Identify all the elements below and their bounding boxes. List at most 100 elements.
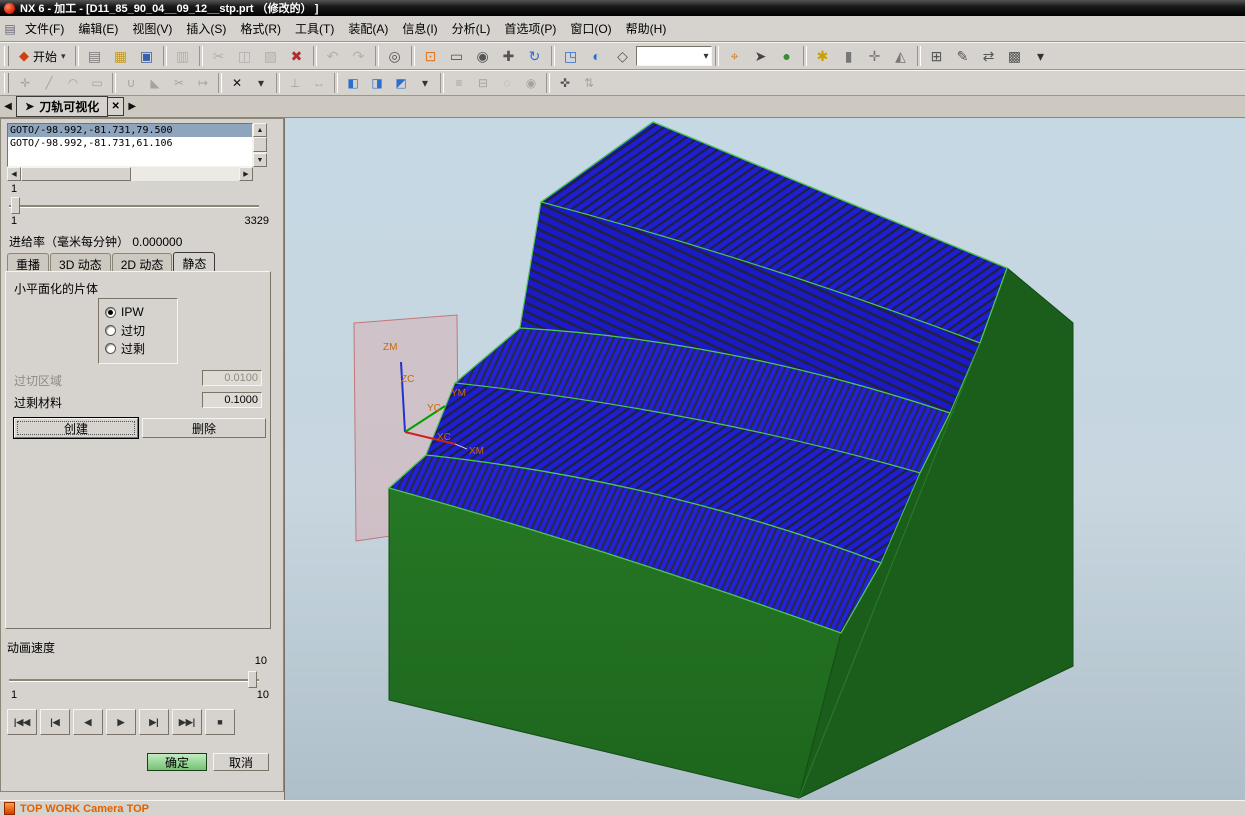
pan-icon[interactable]: ✚ <box>496 44 522 68</box>
sketch-icon[interactable]: ✎ <box>950 44 976 68</box>
zoom-icon[interactable]: ◉ <box>470 44 496 68</box>
pattern-icon[interactable]: ▩ <box>1002 44 1028 68</box>
goto-line[interactable]: GOTO/-98.992,-81.731,79.500 <box>8 124 252 137</box>
slider-thumb[interactable] <box>11 197 20 214</box>
menu-item[interactable]: 装配(A) <box>341 17 395 40</box>
more-dropdown-icon[interactable]: ▾ <box>1028 44 1054 68</box>
selection-filter-icon[interactable]: ➤ <box>748 44 774 68</box>
point-icon[interactable]: ✛ <box>13 72 37 94</box>
delete-dropdown-icon[interactable]: ▾ <box>249 72 273 94</box>
scroll-right-button[interactable]: ▶ <box>239 167 253 181</box>
constraint-icon[interactable]: ⊥ <box>283 72 307 94</box>
menu-item[interactable]: 文件(F) <box>18 17 71 40</box>
zoom-window-icon[interactable]: ▭ <box>444 44 470 68</box>
radio-excess[interactable]: 过剩 <box>105 339 171 357</box>
trim-icon[interactable]: ✂ <box>167 72 191 94</box>
group-icon[interactable]: ⊟ <box>471 72 495 94</box>
show-icon[interactable]: ◉ <box>519 72 543 94</box>
tab-next-button[interactable]: ▶ <box>124 98 140 116</box>
render-style-combo[interactable]: ▾ <box>635 46 712 66</box>
motion-slider[interactable] <box>9 197 259 214</box>
fillet-icon[interactable]: ∪ <box>119 72 143 94</box>
measure-icon[interactable]: ✛ <box>862 44 888 68</box>
scroll-down-button[interactable]: ▼ <box>253 153 267 167</box>
document-window-icon[interactable]: ▤ <box>2 22 18 36</box>
copy-icon[interactable]: ◫ <box>232 44 258 68</box>
extend-icon[interactable]: ↦ <box>191 72 215 94</box>
view-dropdown-icon[interactable]: ▾ <box>413 72 437 94</box>
snap-point-icon[interactable]: ⌖ <box>722 44 748 68</box>
toolbar-grip[interactable] <box>4 73 9 93</box>
cut-icon[interactable]: ✂ <box>206 44 232 68</box>
delete-small-icon[interactable]: ✕ <box>225 72 249 94</box>
menu-item[interactable]: 编辑(E) <box>71 17 125 40</box>
create-button[interactable]: 创建 <box>14 418 138 438</box>
menu-item[interactable]: 帮助(H) <box>619 17 674 40</box>
tab-prev-button[interactable]: ◀ <box>0 98 16 116</box>
scroll-left-button[interactable]: ◀ <box>7 167 21 181</box>
go-to-end-button[interactable]: ▶▶| <box>172 709 202 735</box>
command-finder-icon[interactable]: ◎ <box>382 44 408 68</box>
shaded-view-icon[interactable]: ◐ <box>584 44 610 68</box>
start-button[interactable]: ◆ 开始 ▾ <box>13 44 72 68</box>
step-back-button[interactable]: |◀ <box>40 709 70 735</box>
tab-replay[interactable]: 重播 <box>7 253 50 273</box>
animation-speed-slider[interactable] <box>9 671 259 688</box>
radio-ipw[interactable]: IPW <box>105 303 171 321</box>
tab-3d-dynamic[interactable]: 3D 动态 <box>50 253 111 273</box>
arc-icon[interactable]: ◠ <box>61 72 85 94</box>
delete-button[interactable]: 删除 <box>142 418 266 438</box>
rect-icon[interactable]: ▭ <box>85 72 109 94</box>
move-icon[interactable]: ⇄ <box>976 44 1002 68</box>
toolbar-grip[interactable] <box>4 46 9 66</box>
trimetric-view-icon[interactable]: ◳ <box>558 44 584 68</box>
hide-icon[interactable]: ◌ <box>495 72 519 94</box>
play-forward-button[interactable]: ▶ <box>106 709 136 735</box>
fit-view-icon[interactable]: ⊡ <box>418 44 444 68</box>
transform-icon[interactable]: ⇅ <box>577 72 601 94</box>
menu-item[interactable]: 格式(R) <box>233 17 288 40</box>
horizontal-scroll-thumb[interactable] <box>21 167 131 181</box>
scroll-up-button[interactable]: ▲ <box>253 123 267 137</box>
rotate-view-icon[interactable]: ↻ <box>522 44 548 68</box>
view-cube-iso-icon[interactable]: ◩ <box>389 72 413 94</box>
cancel-button[interactable]: 取消 <box>213 753 269 771</box>
menu-item[interactable]: 分析(L) <box>445 17 498 40</box>
tab-close-button[interactable]: ✕ <box>108 97 125 116</box>
open-folder-icon[interactable]: ▦ <box>108 44 134 68</box>
menu-item[interactable]: 信息(I) <box>395 17 444 40</box>
datum-icon[interactable]: ⊞ <box>924 44 950 68</box>
line-icon[interactable]: ╱ <box>37 72 61 94</box>
view-cube-front-icon[interactable]: ◧ <box>341 72 365 94</box>
print-icon[interactable]: ▥ <box>170 44 196 68</box>
step-forward-button[interactable]: ▶| <box>139 709 169 735</box>
goto-line[interactable]: GOTO/-98.992,-81.731,61.106 <box>8 137 252 150</box>
play-backward-button[interactable]: ◀ <box>73 709 103 735</box>
3d-viewport[interactable]: ZM ZC YM YC XC XM <box>285 118 1245 800</box>
goto-listbox[interactable]: GOTO/-98.992,-81.731,79.500 GOTO/-98.992… <box>7 123 253 167</box>
go-to-start-button[interactable]: |◀◀ <box>7 709 37 735</box>
dimension-icon[interactable]: ↔ <box>307 72 331 94</box>
menu-item[interactable]: 视图(V) <box>125 17 179 40</box>
menu-item[interactable]: 首选项(P) <box>497 17 563 40</box>
menu-item[interactable]: 窗口(O) <box>563 17 618 40</box>
layer-icon[interactable]: ≡ <box>447 72 471 94</box>
wcs-icon[interactable]: ✜ <box>553 72 577 94</box>
paste-icon[interactable]: ▨ <box>258 44 284 68</box>
delete-icon[interactable]: ✖ <box>284 44 310 68</box>
lock-icon[interactable]: ▮ <box>836 44 862 68</box>
ok-button[interactable]: 确定 <box>147 753 207 771</box>
vertical-scroll-thumb[interactable] <box>253 137 267 152</box>
menu-item[interactable]: 插入(S) <box>179 17 233 40</box>
work-layer-icon[interactable]: ● <box>774 44 800 68</box>
analysis-icon[interactable]: ◭ <box>888 44 914 68</box>
menu-item[interactable]: 工具(T) <box>288 17 341 40</box>
view-cube-top-icon[interactable]: ◨ <box>365 72 389 94</box>
tab-2d-dynamic[interactable]: 2D 动态 <box>111 253 173 273</box>
slider-thumb[interactable] <box>248 671 257 688</box>
tab-toolpath-visualization[interactable]: ➤ 刀轨可视化 <box>16 96 109 117</box>
excess-material-field[interactable]: 0.1000 <box>202 392 262 408</box>
redo-icon[interactable]: ↷ <box>346 44 372 68</box>
save-icon[interactable]: ▣ <box>134 44 160 68</box>
stop-button[interactable]: ■ <box>205 709 235 735</box>
